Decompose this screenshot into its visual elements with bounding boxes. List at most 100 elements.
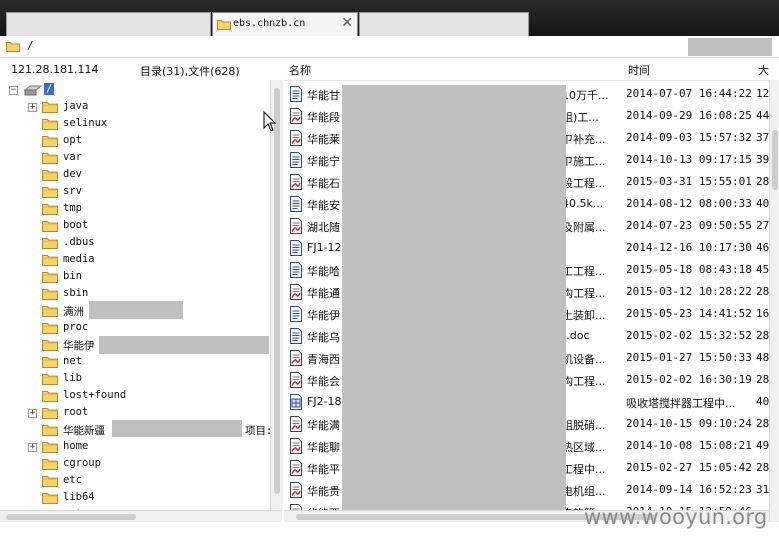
tree-vscrollbar[interactable]	[270, 80, 283, 510]
close-icon[interactable]: ✕	[341, 15, 353, 31]
tree-item[interactable]: media	[22, 252, 270, 269]
tree-item-label[interactable]: sbin	[63, 287, 88, 299]
file-name: 华能平	[307, 463, 340, 476]
directory-tree: − / + java selinux opt var dev srv tmp boot .dbus…	[0, 80, 284, 522]
folder-icon	[42, 169, 58, 184]
tree-item[interactable]: .dbus	[22, 235, 270, 252]
file-name: 华能聊	[307, 441, 340, 454]
pdf-document-icon	[289, 130, 303, 149]
pdf-document-icon	[289, 218, 303, 237]
tab-3[interactable]	[359, 12, 529, 36]
file-time: 2014-10-13 09:17:15	[626, 153, 752, 166]
folder-icon	[42, 322, 58, 337]
tree-item[interactable]: + java	[22, 99, 270, 116]
tree-item-label[interactable]: 华能伊	[63, 338, 95, 353]
file-size: 27	[756, 219, 769, 232]
file-size: 48	[756, 351, 769, 364]
redacted-block	[89, 301, 183, 319]
file-time: 2014-07-07 16:44:22	[626, 87, 752, 100]
folder-icon	[42, 203, 58, 218]
file-size: 28	[756, 175, 769, 188]
folder-icon	[42, 237, 58, 252]
folder-icon	[42, 407, 58, 422]
tree-item[interactable]: etc	[22, 473, 270, 490]
tree-item[interactable]: lib64	[22, 490, 270, 507]
tree-item[interactable]: tmp	[22, 201, 270, 218]
collapse-icon[interactable]: −	[9, 86, 18, 95]
file-size: 28	[756, 285, 769, 298]
tree-item-label[interactable]: var	[63, 151, 82, 163]
list-vscroll-thumb[interactable]	[772, 130, 778, 190]
tree-item[interactable]: net	[22, 354, 270, 371]
tree-item-label[interactable]: 华能新疆	[63, 423, 105, 438]
tree-item-label[interactable]: bin	[63, 270, 82, 282]
file-name: 青海西	[307, 353, 340, 366]
tree-item[interactable]: srv	[22, 184, 270, 201]
tree-item-label[interactable]: media	[63, 253, 95, 265]
tree-vscroll-thumb[interactable]	[274, 88, 280, 494]
tree-item-label[interactable]: opt	[63, 134, 82, 146]
tree-item-label[interactable]: proc	[63, 321, 88, 333]
list-vscrollbar[interactable]	[769, 80, 779, 522]
server-ip: 121.28.181.114	[11, 63, 99, 76]
file-name: 华能贵	[307, 485, 340, 498]
file-name: 华能乌	[307, 331, 340, 344]
tree-item-label[interactable]: dev	[63, 168, 82, 180]
column-name[interactable]: 名称	[289, 62, 311, 78]
folder-icon	[42, 373, 58, 388]
tree-item-label[interactable]: lost+found	[63, 389, 126, 401]
tab-ebs-chnzb[interactable]: ebs.chnzb.cn ✕	[212, 12, 358, 36]
column-time[interactable]: 时间	[628, 62, 650, 78]
file-name: 华能甘	[307, 89, 340, 102]
tree-item[interactable]: boot	[22, 218, 270, 235]
file-time: 2015-02-27 15:05:42	[626, 461, 752, 474]
tree-item[interactable]: dev	[22, 167, 270, 184]
tree-item-label[interactable]: selinux	[63, 117, 107, 129]
tree-item-label[interactable]: home	[63, 440, 88, 452]
file-size: 28	[756, 461, 769, 474]
file-size: 49	[756, 439, 769, 452]
tree-item-label[interactable]: net	[63, 355, 82, 367]
tree-item[interactable]: + home	[22, 439, 270, 456]
tree-item[interactable]: lib	[22, 371, 270, 388]
file-time: 2014-08-12 08:00:33	[626, 197, 752, 210]
tree-item[interactable]: cgroup	[22, 456, 270, 473]
expand-icon[interactable]: +	[28, 409, 37, 418]
tree-item-label[interactable]: cgroup	[63, 457, 101, 469]
tab-1[interactable]	[6, 12, 211, 36]
tree-item-label[interactable]: tmp	[63, 202, 82, 214]
folder-icon	[42, 254, 58, 269]
expand-icon[interactable]: +	[28, 443, 37, 452]
path-bar[interactable]: /	[0, 36, 779, 58]
tree-item-label[interactable]: root	[63, 406, 88, 418]
tree-item[interactable]: opt	[22, 133, 270, 150]
mouse-cursor-icon	[263, 110, 277, 136]
tree-hscrollbar[interactable]	[0, 510, 282, 522]
tab-title: ebs.chnzb.cn	[233, 18, 306, 29]
tree-item-label[interactable]: java	[63, 100, 88, 112]
file-size: 40	[756, 395, 769, 408]
tree-item-label[interactable]: .dbus	[63, 236, 95, 248]
tree-item-label[interactable]: etc	[63, 474, 82, 486]
tree-item[interactable]: var	[22, 150, 270, 167]
tree-item[interactable]: selinux	[22, 116, 270, 133]
tree-item-label[interactable]: boot	[63, 219, 88, 231]
tree-root-label[interactable]: /	[44, 83, 55, 95]
tree-hscroll-thumb[interactable]	[6, 514, 136, 520]
tree-item[interactable]: lost+found	[22, 388, 270, 405]
tree-root[interactable]: − /	[0, 82, 270, 99]
tree-item[interactable]: bin	[22, 269, 270, 286]
tree-item-label[interactable]: 满洲	[63, 304, 84, 319]
tree-item-label[interactable]: lib	[63, 372, 82, 384]
column-size[interactable]: 大	[758, 62, 769, 78]
redacted-block	[688, 38, 772, 56]
tree-item-label[interactable]: srv	[63, 185, 82, 197]
file-name-tail: 构工程...	[562, 287, 606, 300]
tree-item[interactable]: proc	[22, 320, 270, 337]
current-path[interactable]: /	[27, 39, 34, 52]
folder-icon	[42, 271, 58, 286]
file-name: 湖北随	[307, 221, 340, 234]
tree-item-label[interactable]: lib64	[63, 491, 95, 503]
expand-icon[interactable]: +	[28, 103, 37, 112]
file-name-tail: 工工程...	[562, 265, 606, 278]
